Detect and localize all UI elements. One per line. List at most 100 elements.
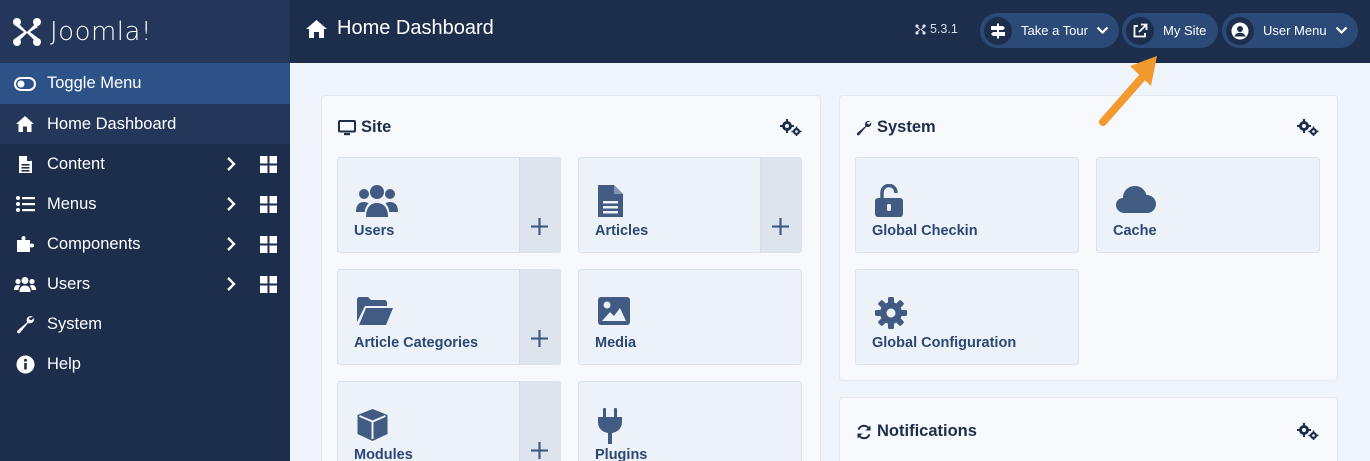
site-card-title: Site [338,118,391,137]
puzzle-icon [14,233,36,255]
sidebar-item-components[interactable]: Components [0,224,290,264]
info-icon [14,353,36,375]
tile-label: Users [354,223,395,239]
chevron-right-icon[interactable] [226,276,236,297]
user-menu-button[interactable]: User Menu [1222,13,1358,48]
sidebar-item-label: Users [47,274,91,293]
chevron-right-icon[interactable] [226,236,236,257]
tile-label: Global Configuration [872,335,1017,351]
tile-global-checkin[interactable]: Global Checkin [855,157,1079,253]
sidebar-item-system[interactable]: System [0,304,290,344]
users-icon [356,184,398,223]
plus-icon [531,218,548,240]
notifications-card-title: Notifications [856,422,977,441]
toggle-menu-button[interactable]: Toggle Menu [0,63,290,104]
tile-cache[interactable]: Cache [1096,157,1320,253]
tile-users[interactable]: Users [337,157,561,253]
user-menu-label: User Menu [1263,23,1327,38]
my-site-button[interactable]: My Site [1122,13,1219,48]
add-article-button[interactable] [760,158,801,252]
user-circle-icon [1226,16,1254,45]
my-site-label: My Site [1163,23,1207,38]
site-card-title-text: Site [361,118,392,136]
chevron-down-icon [1096,26,1109,35]
page-title: Home Dashboard [305,17,494,40]
tile-global-configuration[interactable]: Global Configuration [855,269,1079,365]
system-card-title-text: System [877,118,936,136]
tile-label: Article Categories [354,335,479,351]
sidebar-item-label: Help [47,354,81,373]
tile-label: Global Checkin [872,223,978,239]
add-module-button[interactable] [519,382,560,461]
gear-icon [874,296,908,335]
sidebar-item-users[interactable]: Users [0,264,290,304]
image-icon [597,296,631,331]
tile-article-categories[interactable]: Article Categories [337,269,561,365]
sidebar-item-label: System [47,314,103,333]
gears-icon[interactable] [1297,118,1319,141]
tile-label: Media [595,335,637,351]
tile-media[interactable]: Media [578,269,802,365]
sidebar-item-label: Content [47,154,105,173]
take-a-tour-button[interactable]: Take a Tour [980,13,1119,48]
sync-icon [856,424,872,440]
dashboard-grid-icon[interactable] [260,156,277,178]
wrench-icon [14,313,36,335]
notifications-module-card: Notifications [840,398,1337,461]
system-card-title: System [856,118,936,137]
tile-modules[interactable]: Modules [337,381,561,461]
tile-label: Cache [1113,223,1157,239]
site-module-card: Site Users Articles Article Categories M… [322,96,820,461]
gears-icon[interactable] [780,118,802,141]
sidebar-item-content[interactable]: Content [0,144,290,184]
add-category-button[interactable] [519,270,560,364]
file-icon [597,184,624,223]
sidebar-item-home-dashboard[interactable]: Home Dashboard [0,104,290,144]
page-title-text: Home Dashboard [337,17,494,39]
add-user-button[interactable] [519,158,560,252]
sidebar-item-menus[interactable]: Menus [0,184,290,224]
sidebar-item-label: Home Dashboard [47,114,177,133]
annotation-arrow [1099,56,1157,126]
toggle-icon [14,73,36,95]
chevron-right-icon[interactable] [226,196,236,217]
folder-open-icon [356,296,394,331]
joomla-logo-icon [13,17,41,46]
cube-icon [356,408,389,447]
signpost-icon [984,16,1012,45]
tile-label: Modules [354,447,413,461]
plug-icon [597,408,623,449]
dashboard-grid-icon[interactable] [260,236,277,258]
system-module-card: System Global Checkin Cache Global Confi… [840,96,1337,380]
users-icon [14,273,36,295]
tile-articles[interactable]: Articles [578,157,802,253]
sidebar-item-label: Menus [47,194,97,213]
wrench-icon [856,120,872,136]
brand-name: Joomla! [50,16,152,47]
header: Home Dashboard 5.3.1 Take a Tour My Site… [290,0,1370,63]
desktop-icon [338,119,356,136]
sidebar-item-help[interactable]: Help [0,344,290,384]
unlock-icon [874,183,904,223]
toggle-menu-label: Toggle Menu [47,74,142,92]
list-icon [14,193,36,215]
dashboard-grid-icon[interactable] [260,196,277,218]
tile-label: Articles [595,223,649,239]
take-a-tour-label: Take a Tour [1021,23,1088,38]
cloud-icon [1115,184,1157,219]
sidebar: Joomla! Toggle Menu Home Dashboard Conte… [0,0,290,461]
tile-plugins[interactable]: Plugins [578,381,802,461]
joomla-small-icon [915,23,926,35]
version-badge: 5.3.1 [915,22,958,36]
plus-icon [531,442,548,461]
chevron-right-icon[interactable] [226,156,236,177]
file-icon [14,153,36,175]
dashboard-grid-icon[interactable] [260,276,277,298]
notifications-card-title-text: Notifications [877,422,977,440]
home-icon [14,113,36,135]
plus-icon [531,330,548,352]
chevron-down-icon [1335,26,1348,35]
gears-icon[interactable] [1297,422,1319,445]
home-icon [305,19,328,39]
joomla-logo[interactable]: Joomla! [0,0,290,63]
